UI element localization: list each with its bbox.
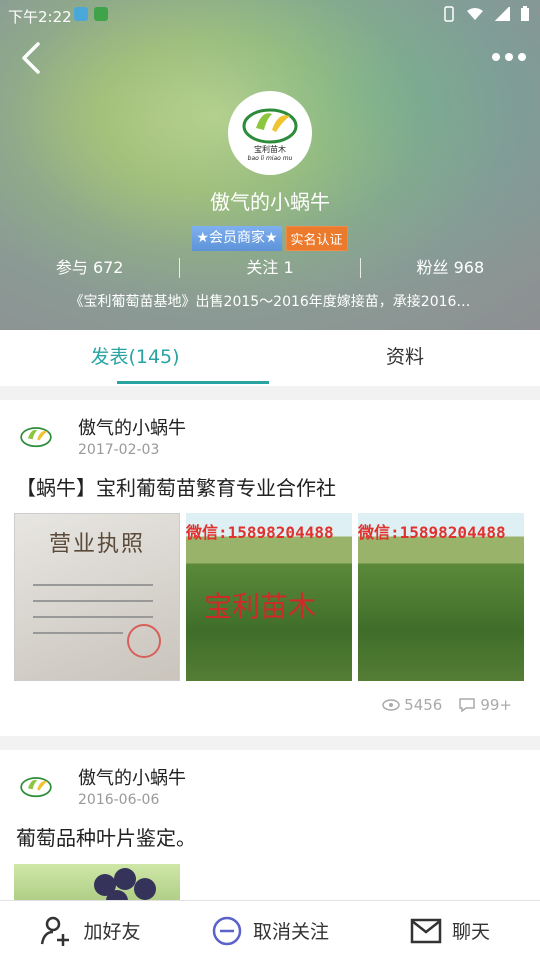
back-arrow-icon bbox=[22, 42, 40, 74]
chat-button[interactable]: 聊天 bbox=[360, 901, 540, 960]
views-value: 5456 bbox=[404, 696, 443, 714]
back-button[interactable] bbox=[14, 40, 50, 76]
signal-icon bbox=[494, 7, 510, 21]
post-date: 2017-02-03 bbox=[78, 442, 160, 458]
license-stamp-icon bbox=[127, 624, 161, 658]
eye-icon bbox=[382, 699, 400, 711]
more-dot-icon bbox=[492, 53, 500, 61]
views-count: 5456 bbox=[382, 696, 442, 714]
stat-label: 参与 bbox=[55, 258, 88, 277]
add-friend-button[interactable]: 加好友 bbox=[0, 901, 180, 960]
profile-tabs: 发表(145) 资料 bbox=[0, 330, 540, 386]
comments-value: 99+ bbox=[480, 696, 512, 714]
stat-participation[interactable]: 参与 672 bbox=[0, 256, 179, 280]
add-user-icon bbox=[41, 916, 70, 946]
leaf-logo-icon bbox=[20, 777, 52, 798]
grape-shape bbox=[114, 868, 136, 890]
stat-label: 粉丝 bbox=[416, 258, 449, 277]
license-text-line bbox=[33, 600, 153, 602]
wifi-icon bbox=[467, 8, 483, 20]
comment-icon bbox=[459, 698, 476, 713]
post-image-vineyard[interactable]: 微信:15898204488 宝利苗木 bbox=[186, 513, 352, 681]
battery-icon bbox=[521, 6, 529, 21]
post-card[interactable]: 傲气的小蜗牛 2017-02-03 【蜗牛】宝利葡萄苗繁育专业合作社 营业执照 … bbox=[0, 400, 540, 736]
unfollow-label: 取消关注 bbox=[252, 921, 329, 943]
minus-circle-icon bbox=[212, 916, 242, 945]
add-friend-label: 加好友 bbox=[83, 921, 141, 943]
comments-count[interactable]: 99+ bbox=[458, 696, 512, 714]
grape-shape bbox=[134, 878, 156, 900]
post-author-avatar[interactable] bbox=[16, 416, 56, 456]
profile-intro: 《宝利葡萄苗基地》出售2015～2016年度嫁接苗，承接2016… bbox=[69, 294, 471, 310]
vibrate-icon bbox=[444, 6, 454, 22]
member-merchant-badge: ★会员商家★ bbox=[192, 226, 282, 251]
tab-profile-info[interactable]: 资料 bbox=[270, 330, 540, 386]
image-overlay-text: 宝利苗木 bbox=[204, 590, 317, 623]
post-title[interactable]: 葡萄品种叶片鉴定。 bbox=[16, 822, 196, 851]
chat-label: 聊天 bbox=[451, 921, 490, 943]
post-title[interactable]: 【蜗牛】宝利葡萄苗繁育专业合作社 bbox=[16, 472, 336, 501]
profile-badges: ★会员商家★ 实名认证 bbox=[0, 226, 540, 251]
profile-avatar[interactable]: 宝利苗木 bao li miao mu bbox=[228, 91, 312, 175]
leaf-logo-icon bbox=[242, 108, 298, 144]
post-date: 2016-06-06 bbox=[78, 792, 160, 808]
post-author-avatar[interactable] bbox=[16, 766, 56, 806]
post-image-business-license[interactable]: 营业执照 bbox=[14, 513, 180, 681]
logo-pinyin: bao li miao mu bbox=[247, 155, 293, 162]
post-meta: 5456 99+ bbox=[382, 696, 512, 714]
stat-value: 672 bbox=[92, 258, 124, 277]
more-options-button[interactable] bbox=[490, 45, 528, 69]
profile-stats: 参与 672 关注 1 粉丝 968 bbox=[0, 256, 540, 280]
leaf-logo-icon bbox=[20, 427, 52, 448]
profile-header: 下午2:22 宝利苗木 bao li miao mu 傲气的小蜗牛 ★会员商家★ bbox=[0, 0, 540, 330]
logo-text: 宝利苗木 bbox=[254, 145, 286, 154]
mail-icon bbox=[410, 918, 442, 943]
post-image-grid: 营业执照 微信:15898204488 宝利苗木 微信:15898204488 bbox=[14, 513, 524, 681]
license-title: 营业执照 bbox=[48, 532, 145, 557]
more-dot-icon bbox=[505, 53, 513, 61]
real-name-verified-badge: 实名认证 bbox=[285, 226, 348, 251]
license-text-line bbox=[33, 616, 153, 618]
image-watermark: 微信:15898204488 bbox=[186, 523, 334, 542]
post-image-vineyard[interactable]: 微信:15898204488 bbox=[358, 513, 524, 681]
post-author-name[interactable]: 傲气的小蜗牛 bbox=[78, 414, 186, 440]
app-notification-icon bbox=[94, 7, 108, 21]
stat-following[interactable]: 关注 1 bbox=[180, 256, 359, 280]
license-text-line bbox=[33, 584, 153, 586]
stat-value: 968 bbox=[453, 258, 485, 277]
profile-nickname: 傲气的小蜗牛 bbox=[210, 190, 330, 214]
stat-label: 关注 bbox=[246, 258, 279, 277]
stat-followers[interactable]: 粉丝 968 bbox=[361, 256, 540, 280]
status-bar: 下午2:22 bbox=[0, 0, 540, 30]
more-dot-icon bbox=[518, 53, 526, 61]
post-author-name[interactable]: 傲气的小蜗牛 bbox=[78, 764, 186, 790]
status-time: 下午2:22 bbox=[8, 8, 72, 26]
stat-value: 1 bbox=[283, 258, 294, 277]
shield-icon bbox=[74, 7, 88, 21]
tab-posts[interactable]: 发表(145) bbox=[0, 330, 270, 386]
unfollow-button[interactable]: 取消关注 bbox=[180, 901, 360, 960]
bottom-action-bar: 加好友 取消关注 聊天 bbox=[0, 900, 540, 960]
license-text-line bbox=[33, 632, 123, 634]
image-watermark: 微信:15898204488 bbox=[358, 523, 506, 542]
